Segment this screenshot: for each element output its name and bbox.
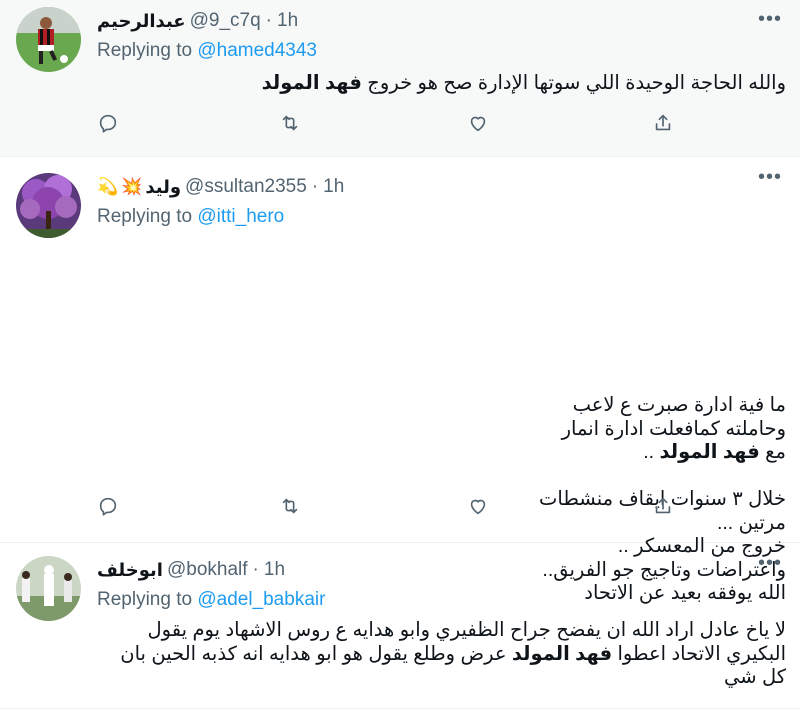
highlighted-name: فهد المولد xyxy=(659,441,760,463)
retweet-icon[interactable] xyxy=(279,495,307,523)
more-icon[interactable]: ••• xyxy=(758,167,782,187)
replying-to: Replying to @itti_hero xyxy=(97,206,284,228)
tweet-line: وحاملته كمافعلت ادارة انمار xyxy=(561,417,786,440)
more-icon[interactable]: ••• xyxy=(758,553,782,573)
separator-dot: · xyxy=(265,10,272,31)
replying-prefix: Replying to xyxy=(97,589,193,610)
tweet-text: لا ياخ عادل اراد الله ان يفضح جراح الظفي… xyxy=(97,619,786,690)
timestamp[interactable]: 1h xyxy=(277,10,298,32)
tweet-text-plain: والله الحاجة الوحيدة اللي سوتها الإدارة … xyxy=(361,72,786,94)
display-name[interactable]: وليد xyxy=(145,177,181,198)
tweet-line: ما فية ادارة صبرت ع لاعب xyxy=(572,394,786,416)
share-icon[interactable] xyxy=(652,112,680,140)
username[interactable]: @ssultan2355 xyxy=(185,176,307,198)
line-break xyxy=(96,465,786,489)
like-icon[interactable] xyxy=(467,495,495,523)
replying-to: Replying to @hamed4343 xyxy=(97,40,317,62)
action-bar xyxy=(97,495,677,523)
more-icon[interactable]: ••• xyxy=(758,9,782,29)
tweet-text-plain: .. xyxy=(643,441,655,463)
replying-prefix: Replying to xyxy=(97,40,193,61)
share-icon[interactable] xyxy=(652,495,680,523)
tweet-text: والله الحاجة الوحيدة اللي سوتها الإدارة … xyxy=(96,72,786,96)
tweet-text-plain: مع xyxy=(765,441,786,463)
reply-icon[interactable] xyxy=(97,495,125,523)
reply-mention-link[interactable]: @hamed4343 xyxy=(197,40,317,61)
tweet[interactable]: عبدالرحيم @9_c7q · 1h ••• Replying to @h… xyxy=(0,0,800,157)
highlighted-name: فهد المولد xyxy=(511,642,613,665)
replying-prefix: Replying to xyxy=(97,206,193,227)
comet-emoji: 💫 xyxy=(97,177,119,196)
reply-mention-link[interactable]: @itti_hero xyxy=(197,206,284,227)
separator-dot: · xyxy=(311,176,319,197)
reply-icon[interactable] xyxy=(97,112,125,140)
tweet-line: مع فهد المولد .. xyxy=(96,441,786,465)
display-name[interactable]: عبدالرحيم xyxy=(97,11,186,32)
separator-dot: · xyxy=(252,559,259,580)
timestamp[interactable]: 1h xyxy=(323,176,344,198)
tweet-header: 💫 💥 وليد @ssultan2355 · 1h xyxy=(97,175,344,199)
avatar[interactable] xyxy=(16,7,81,72)
replying-to: Replying to @adel_babkair xyxy=(97,589,325,611)
avatar[interactable] xyxy=(16,173,81,238)
reply-mention-link[interactable]: @adel_babkair xyxy=(197,589,325,610)
action-bar xyxy=(97,112,677,140)
timestamp[interactable]: 1h xyxy=(264,559,285,581)
username[interactable]: @9_c7q xyxy=(190,10,261,32)
collision-emoji: 💥 xyxy=(121,177,143,196)
avatar[interactable] xyxy=(16,556,81,621)
highlighted-name: فهد المولد xyxy=(261,72,362,94)
username[interactable]: @bokhalf xyxy=(167,559,248,581)
tweet-header: ابوخلف @bokhalf · 1h xyxy=(97,558,285,582)
display-name[interactable]: ابوخلف xyxy=(97,560,163,581)
retweet-icon[interactable] xyxy=(279,112,307,140)
like-icon[interactable] xyxy=(467,112,495,140)
tweet-header: عبدالرحيم @9_c7q · 1h xyxy=(97,9,298,33)
